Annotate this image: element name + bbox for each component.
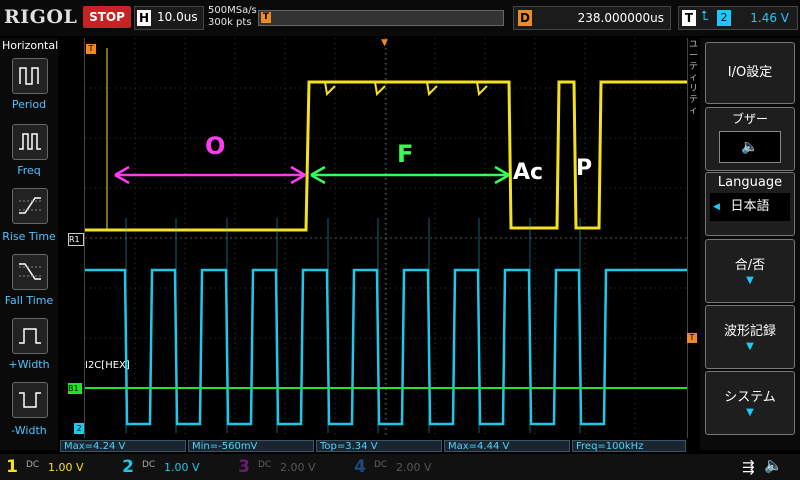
- channel-4-status[interactable]: 4 DC 2.00 V: [352, 456, 462, 478]
- pass-fail-label: 合/否: [734, 258, 766, 273]
- rise-time-icon: [19, 197, 41, 214]
- measurement-item[interactable]: Max=4.44 V: [444, 440, 570, 452]
- channel-2-number: 2: [122, 457, 134, 477]
- measurement-results-bar: Max=4.24 V Min=-560mV Top=3.34 V Max=4.4…: [60, 440, 686, 453]
- freq-label: Freq: [17, 164, 41, 177]
- ch2-ref-marker[interactable]: 2: [74, 423, 84, 434]
- measurement-item[interactable]: Top=3.34 V: [316, 440, 442, 452]
- channel-3-number: 3: [238, 457, 250, 477]
- trigger-time-marker[interactable]: T: [86, 44, 96, 54]
- system-button[interactable]: システム ▼: [705, 371, 795, 435]
- system-label: システム: [724, 390, 776, 405]
- memory-position-bar[interactable]: T: [258, 10, 504, 26]
- fall-time-icon: [19, 263, 41, 280]
- mute-speaker-icon: 🔈: [764, 456, 783, 474]
- channel-2-scale: 1.00 V: [164, 461, 200, 474]
- language-value: 日本語: [730, 199, 770, 214]
- acquisition-info: 500MSa/s 300k pts: [208, 5, 257, 29]
- memory-depth: 300k pts: [208, 17, 252, 28]
- o-annotation: O: [205, 132, 226, 160]
- buzzer-button[interactable]: ブザー 🔈: [705, 107, 795, 171]
- channel-2-trace: [85, 218, 687, 433]
- channel-3-status[interactable]: 3 DC 2.00 V: [236, 456, 346, 478]
- fall-time-label: Fall Time: [4, 294, 54, 307]
- ch1-ref-marker[interactable]: R1: [68, 233, 84, 246]
- waveform-record-button[interactable]: 波形記録 ▼: [705, 305, 795, 369]
- channel-1-number: 1: [6, 457, 18, 477]
- trigger-indicator[interactable]: T ⮤ 2 1.46 V: [678, 6, 798, 30]
- positive-width-icon: [19, 328, 41, 344]
- measure-rise-time-button[interactable]: [12, 188, 48, 224]
- channel-3-scale: 2.00 V: [280, 461, 316, 474]
- trigger-position-arrow-icon: ▼: [381, 38, 388, 48]
- channel-4-number: 4: [354, 457, 366, 477]
- dc-coupling-icon: DC: [374, 460, 388, 470]
- chevron-down-icon: ▼: [746, 407, 754, 418]
- bus-ref-marker[interactable]: B1: [68, 383, 82, 394]
- chevron-down-icon: ▼: [746, 275, 754, 286]
- measure-negative-width-button[interactable]: [12, 382, 48, 418]
- bus-label: I2C[HEX]: [85, 360, 130, 371]
- language-label: Language: [717, 175, 783, 190]
- measure-category-title: Horizontal: [2, 39, 59, 52]
- channel-4-scale: 2.00 V: [396, 461, 432, 474]
- measurement-item[interactable]: Freq=100kHz: [572, 440, 686, 452]
- period-label: Period: [11, 98, 47, 111]
- negative-width-label: -Width: [11, 424, 47, 437]
- measure-positive-width-button[interactable]: [12, 318, 48, 354]
- sample-rate: 500MSa/s: [208, 5, 257, 16]
- measure-freq-button[interactable]: [12, 124, 48, 160]
- speaker-icon: 🔈: [719, 131, 781, 163]
- waveform-display[interactable]: O F Ac P I2C[HEX]: [84, 38, 688, 438]
- run-stop-button[interactable]: STOP: [83, 6, 131, 28]
- channel-1-status[interactable]: 1 DC 1.00 V: [4, 456, 114, 478]
- f-annotation: F: [397, 140, 414, 168]
- trigger-level-marker[interactable]: T: [687, 333, 697, 343]
- waveform-canvas: [85, 38, 687, 438]
- delay-value: 238.000000us: [577, 11, 664, 25]
- timebase-tag: H: [137, 10, 151, 26]
- buzzer-label: ブザー: [731, 112, 768, 126]
- io-settings-button[interactable]: I/O設定: [705, 42, 795, 104]
- channel-2-status[interactable]: 2 DC 1.00 V: [120, 456, 230, 478]
- freq-icon: [19, 133, 41, 150]
- timebase-value: 10.0us: [157, 10, 198, 24]
- o-arrow: [114, 165, 306, 185]
- negative-width-icon: [19, 392, 41, 408]
- delay-tag: D: [518, 10, 532, 26]
- channel-1-scale: 1.00 V: [48, 461, 84, 474]
- io-settings-label: I/O設定: [727, 65, 773, 80]
- brand-logo: RIGOL: [4, 6, 78, 28]
- trigger-tag: T: [682, 10, 696, 26]
- positive-width-label: +Width: [8, 358, 50, 371]
- chevron-down-icon: ▼: [746, 341, 754, 352]
- usb-icon: ⇶: [742, 458, 755, 476]
- trigger-level: 1.46 V: [750, 11, 789, 25]
- dc-coupling-icon: DC: [142, 460, 156, 470]
- utility-vertical-label: ユーティリティ: [689, 40, 699, 116]
- language-value-box: ◀ 日本語: [710, 193, 790, 221]
- f-arrow: [310, 165, 510, 185]
- measurement-item[interactable]: Max=4.24 V: [60, 440, 186, 452]
- measure-period-button[interactable]: [12, 58, 48, 94]
- rising-edge-icon: ⮤: [701, 9, 709, 24]
- waveform-record-label: 波形記録: [723, 324, 776, 339]
- p-annotation: P: [576, 156, 593, 181]
- period-icon: [19, 67, 39, 85]
- pass-fail-button[interactable]: 合/否 ▼: [705, 239, 795, 303]
- dc-coupling-icon: DC: [258, 460, 272, 470]
- rise-time-label: Rise Time: [2, 230, 56, 243]
- measure-fall-time-button[interactable]: [12, 254, 48, 290]
- trigger-source: 2: [717, 10, 731, 26]
- dc-coupling-icon: DC: [26, 460, 40, 470]
- timebase-indicator[interactable]: H 10.0us: [134, 6, 204, 30]
- trigger-position-marker: T: [261, 12, 271, 23]
- ack-annotation: Ac: [513, 160, 544, 185]
- horizontal-delay-indicator[interactable]: D 238.000000us: [513, 6, 671, 30]
- measurement-item[interactable]: Min=-560mV: [188, 440, 314, 452]
- left-arrow-icon: ◀: [713, 202, 720, 212]
- language-button[interactable]: Language ◀ 日本語: [705, 172, 795, 236]
